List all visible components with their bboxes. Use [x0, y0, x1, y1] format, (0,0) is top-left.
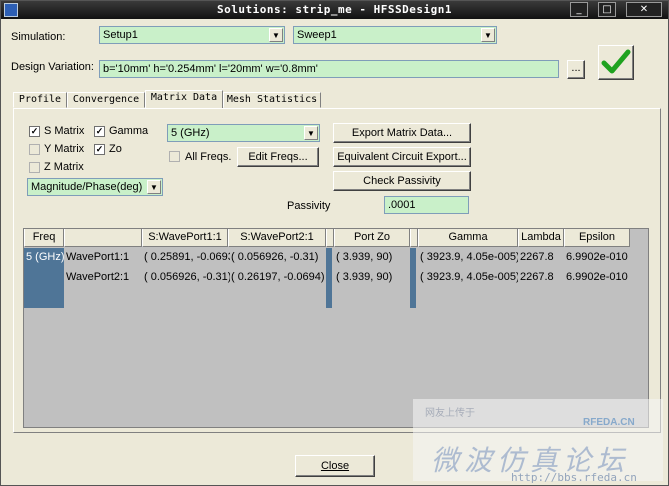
setup-select[interactable]: Setup1 ▼: [99, 26, 285, 44]
maximize-button[interactable]: □: [598, 2, 616, 17]
watermark-small-text: 网友上传于: [425, 408, 475, 419]
z-matrix-checkbox[interactable]: [29, 162, 40, 173]
gamma-label: Gamma: [109, 125, 149, 137]
export-matrix-data-button[interactable]: Export Matrix Data...: [333, 123, 471, 143]
matrix-data-grid[interactable]: Freq S:WavePort1:1 S:WavePort2:1 Port Zo…: [23, 228, 649, 428]
watermark-url: http://bbs.rfeda.cn: [511, 471, 637, 484]
table-row-gamma[interactable]: ( 3923.9, 4.05e-005): [418, 248, 518, 268]
table-row-freq-empty[interactable]: [24, 288, 64, 308]
z-matrix-label: Z Matrix: [44, 161, 84, 173]
grid-header-epsilon[interactable]: Epsilon: [564, 229, 630, 247]
watermark-brand: RFEDA.CN: [583, 417, 635, 428]
zo-checkbox[interactable]: ✓: [94, 144, 105, 155]
table-row-port[interactable]: WavePort2:1: [64, 268, 142, 288]
tab-mesh-statistics[interactable]: Mesh Statistics: [223, 92, 321, 108]
window-title: Solutions: strip_me - HFSSDesign1: [216, 3, 453, 16]
table-row-s1[interactable]: ( 0.25891, -0.0693): [142, 248, 230, 268]
gamma-checkbox[interactable]: ✓: [94, 126, 105, 137]
s-matrix-checkbox[interactable]: ✓: [29, 126, 40, 137]
table-row-port-zo[interactable]: ( 3.939, 90): [334, 248, 410, 268]
setup-value: Setup1: [103, 29, 138, 41]
table-row-s2[interactable]: ( 0.056926, -0.31): [229, 248, 327, 268]
minimize-button[interactable]: _: [570, 2, 588, 17]
frequency-select[interactable]: 5 (GHz) ▼: [167, 124, 320, 142]
table-row-gamma[interactable]: ( 3923.9, 4.05e-005): [418, 268, 518, 288]
close-button-label: Close: [320, 460, 350, 472]
chevron-down-icon: ▼: [269, 28, 283, 42]
green-check-icon: [601, 49, 631, 74]
simulation-label: Simulation:: [11, 31, 66, 43]
design-variation-field[interactable]: b='10mm' h='0.254mm' l='20mm' w='0.8mm': [99, 60, 559, 78]
grid-header-port-zo[interactable]: Port Zo: [334, 229, 410, 247]
design-variation-label: Design Variation:: [11, 61, 94, 73]
solution-status-button[interactable]: [598, 45, 634, 80]
display-format-value: Magnitude/Phase(deg): [31, 181, 143, 193]
grid-header-freq[interactable]: Freq: [24, 229, 64, 247]
equivalent-circuit-export-button[interactable]: Equivalent Circuit Export...: [333, 147, 471, 167]
chevron-down-icon: ▼: [481, 28, 495, 42]
passivity-label: Passivity: [287, 200, 331, 212]
grid-header-s-waveport1[interactable]: S:WavePort1:1: [142, 229, 228, 247]
browse-variation-button[interactable]: ...: [567, 60, 585, 79]
grid-header-lambda[interactable]: Lambda: [518, 229, 564, 247]
table-row-port-zo[interactable]: ( 3.939, 90): [334, 268, 410, 288]
chevron-down-icon: ▼: [147, 180, 161, 194]
grid-header-spacer: [326, 229, 334, 247]
all-freqs-label: All Freqs.: [185, 151, 232, 163]
zo-label: Zo: [109, 143, 122, 155]
table-row-lambda[interactable]: 2267.8: [518, 268, 564, 288]
display-format-select[interactable]: Magnitude/Phase(deg) ▼: [27, 178, 163, 196]
column-spacer: [410, 248, 416, 308]
chevron-down-icon: ▼: [304, 126, 318, 140]
s-matrix-label: S Matrix: [44, 125, 85, 137]
solutions-window: Solutions: strip_me - HFSSDesign1 _ □ ✕ …: [0, 0, 669, 486]
sweep-value: Sweep1: [297, 29, 337, 41]
sweep-select[interactable]: Sweep1 ▼: [293, 26, 497, 44]
all-freqs-checkbox[interactable]: [169, 151, 180, 162]
passivity-field[interactable]: .0001: [384, 196, 469, 214]
frequency-value: 5 (GHz): [171, 127, 210, 139]
grid-header-spacer: [410, 229, 418, 247]
check-passivity-button[interactable]: Check Passivity: [333, 171, 471, 191]
tab-profile[interactable]: Profile: [13, 92, 67, 108]
grid-header-gamma[interactable]: Gamma: [418, 229, 518, 247]
y-matrix-checkbox[interactable]: [29, 144, 40, 155]
close-window-button[interactable]: ✕: [626, 2, 662, 17]
table-row-freq[interactable]: 5 (GHz): [24, 248, 64, 268]
close-button[interactable]: Close: [295, 455, 375, 477]
tab-convergence[interactable]: Convergence: [67, 92, 145, 108]
grid-header-s-waveport2[interactable]: S:WavePort2:1: [228, 229, 326, 247]
table-row-port[interactable]: WavePort1:1: [64, 248, 142, 268]
table-row-s2[interactable]: ( 0.26197, -0.0694): [229, 268, 327, 288]
watermark: 网友上传于 RFEDA.CN 微波仿真论坛 http://bbs.rfeda.c…: [413, 399, 663, 484]
table-row-freq[interactable]: [24, 268, 64, 288]
table-row-s1[interactable]: ( 0.056926, -0.31): [142, 268, 230, 288]
column-spacer: [326, 248, 332, 308]
title-bar[interactable]: Solutions: strip_me - HFSSDesign1 _ □ ✕: [1, 1, 668, 19]
table-row-lambda[interactable]: 2267.8: [518, 248, 564, 268]
table-row-epsilon[interactable]: 6.9902e-010: [564, 268, 634, 288]
y-matrix-label: Y Matrix: [44, 143, 85, 155]
grid-header-port[interactable]: [64, 229, 142, 247]
edit-freqs-button[interactable]: Edit Freqs...: [237, 147, 319, 167]
table-row-epsilon[interactable]: 6.9902e-010: [564, 248, 634, 268]
tab-matrix-data[interactable]: Matrix Data: [145, 90, 223, 109]
